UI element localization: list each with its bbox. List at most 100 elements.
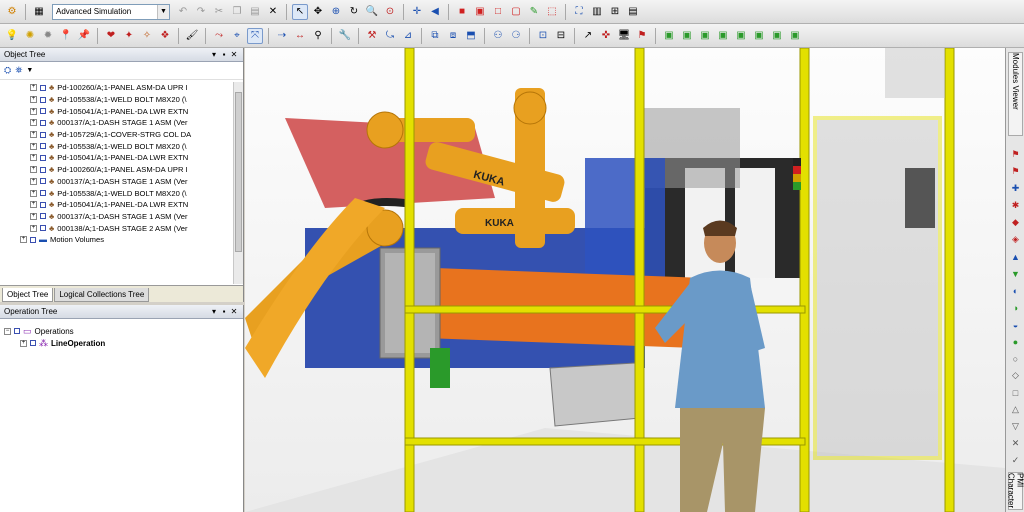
expand-icon[interactable]: +: [30, 107, 37, 115]
relocate-icon[interactable]: ⤧: [247, 27, 263, 44]
shaded-render-icon[interactable]: ▣: [472, 4, 488, 20]
visibility-checkbox[interactable]: [40, 178, 46, 185]
display-all-icon[interactable]: ❖: [157, 28, 173, 44]
view-green-3-icon[interactable]: ▣: [697, 28, 713, 44]
tree-filter-icon[interactable]: ⛭: [4, 65, 11, 76]
visibility-checkbox[interactable]: [40, 190, 46, 197]
visibility-checkbox[interactable]: [40, 119, 46, 126]
expand-icon[interactable]: +: [30, 189, 37, 197]
pin-panel-icon[interactable]: ▪: [219, 307, 229, 316]
measure-icon[interactable]: ⊞: [607, 4, 623, 20]
grid-icon[interactable]: ▦: [31, 4, 47, 20]
redo-icon[interactable]: ↷: [193, 4, 209, 20]
layers-icon[interactable]: ▤: [625, 4, 641, 20]
cut-icon[interactable]: ✂: [211, 4, 227, 20]
tree-row-operations[interactable]: − ▭ Operations: [4, 325, 239, 337]
tree-options-icon[interactable]: ⛯: [15, 65, 22, 76]
side-tool-icon[interactable]: ✕: [1009, 437, 1022, 450]
visibility-checkbox[interactable]: [40, 96, 46, 103]
expand-icon[interactable]: +: [20, 339, 27, 347]
visibility-checkbox[interactable]: [40, 143, 46, 150]
expand-icon[interactable]: +: [30, 84, 37, 92]
side-tool-icon[interactable]: ▲: [1009, 250, 1022, 263]
tree-row-part[interactable]: + ♣ 000138/A;1-DASH STAGE 2 ASM (Ver: [0, 222, 233, 234]
visibility-checkbox[interactable]: [40, 213, 46, 220]
light-bulb-icon[interactable]: 💡: [4, 28, 20, 44]
expand-icon[interactable]: +: [30, 131, 37, 139]
expand-icon[interactable]: +: [30, 142, 37, 150]
visibility-checkbox[interactable]: [40, 131, 46, 138]
visibility-checkbox[interactable]: [30, 236, 36, 243]
tree-row-part[interactable]: + ♣ Pd-105041/A;1-PANEL-DA LWR EXTN: [0, 105, 233, 117]
zoom-icon[interactable]: ⊕: [328, 4, 344, 20]
operation-icon[interactable]: ⚒: [364, 28, 380, 44]
near-miss-icon[interactable]: ⬒: [463, 28, 479, 44]
rotate-icon[interactable]: ↻: [346, 4, 362, 20]
delete-icon[interactable]: ✕: [265, 4, 281, 20]
tree-row-part[interactable]: + ♣ Pd-100260/A;1-PANEL ASM-DA UPR I: [0, 82, 233, 94]
expand-icon[interactable]: +: [30, 212, 37, 220]
tab-logical-collections-tree[interactable]: Logical Collections Tree: [54, 288, 150, 302]
view-green-2-icon[interactable]: ▣: [679, 28, 695, 44]
section-icon[interactable]: ▥: [589, 4, 605, 20]
collision-set-icon[interactable]: ⧈: [445, 28, 461, 44]
view-green-6-icon[interactable]: ▣: [751, 28, 767, 44]
hidden-line-icon[interactable]: ▢: [508, 4, 524, 20]
visibility-checkbox[interactable]: [14, 328, 20, 334]
chevron-down-icon[interactable]: ▼: [26, 67, 33, 74]
tab-object-tree[interactable]: Object Tree: [2, 288, 54, 302]
paint-bucket-icon[interactable]: 🖌: [184, 28, 200, 44]
pin-panel-icon[interactable]: ▪: [219, 50, 229, 59]
visibility-checkbox[interactable]: [40, 166, 46, 173]
side-tool-icon[interactable]: △: [1009, 403, 1022, 416]
side-tool-icon[interactable]: ⚑: [1009, 148, 1022, 161]
collapse-icon[interactable]: −: [4, 327, 11, 335]
tree-row-part[interactable]: + ♣ Pd-105041/A;1-PANEL-DA LWR EXTN: [0, 199, 233, 211]
view-center-icon[interactable]: ✛: [409, 4, 425, 20]
copy-icon[interactable]: ❐: [229, 4, 245, 20]
side-tool-icon[interactable]: ✓: [1009, 454, 1022, 467]
tree-row-line-operation[interactable]: + ⁂ LineOperation: [4, 337, 239, 349]
collision-icon[interactable]: ⧉: [427, 28, 443, 44]
side-tool-icon[interactable]: ○: [1009, 352, 1022, 365]
expand-icon[interactable]: +: [30, 96, 37, 104]
tree-row-part[interactable]: + ♣ Pd-105041/A;1-PANEL-DA LWR EXTN: [0, 152, 233, 164]
frame-icon[interactable]: ⌖: [229, 28, 245, 44]
display-only-icon[interactable]: ✧: [139, 28, 155, 44]
close-icon[interactable]: ✕: [229, 307, 239, 316]
side-tool-icon[interactable]: ⚑: [1009, 165, 1022, 178]
expand-icon[interactable]: +: [30, 119, 37, 127]
path-icon[interactable]: ⤿: [382, 28, 398, 44]
sequence-icon[interactable]: ⚆: [508, 28, 524, 44]
monitor-icon[interactable]: 🖥: [616, 28, 632, 44]
side-tool-icon[interactable]: ✚: [1009, 182, 1022, 195]
tree-row-part[interactable]: + ♣ 000137/A;1-DASH STAGE 1 ASM (Ver: [0, 117, 233, 129]
visibility-checkbox[interactable]: [40, 225, 46, 232]
undo-icon[interactable]: ↶: [175, 4, 191, 20]
side-tool-icon[interactable]: ◐: [1009, 284, 1022, 297]
expand-icon[interactable]: +: [30, 224, 37, 232]
pin-green-icon[interactable]: 📌: [76, 28, 92, 44]
panel-menu-icon[interactable]: ▾: [209, 307, 219, 316]
side-tool-icon[interactable]: ◆: [1009, 216, 1022, 229]
visibility-checkbox[interactable]: [40, 154, 46, 161]
view-green-1-icon[interactable]: ▣: [661, 28, 677, 44]
light-off-icon[interactable]: ✹: [40, 28, 56, 44]
weld-point-icon[interactable]: ⊟: [553, 28, 569, 44]
zoom-fit-icon[interactable]: 🔍: [364, 4, 380, 20]
expand-icon[interactable]: +: [30, 154, 37, 162]
tree-row-part[interactable]: + ♣ Pd-105538/A;1-WELD BOLT M8X20 (\: [0, 187, 233, 199]
close-icon[interactable]: ✕: [229, 50, 239, 59]
simulation-mode-select[interactable]: Advanced Simulation ▼: [52, 3, 170, 20]
solid-render-icon[interactable]: ■: [454, 4, 470, 20]
wire-render-icon[interactable]: □: [490, 4, 506, 20]
tab-modules-viewer[interactable]: Modules Viewer: [1008, 52, 1023, 136]
expand-icon[interactable]: +: [30, 177, 37, 185]
tree-row-part[interactable]: + ♣ Pd-105538/A;1-WELD BOLT M8X20 (\: [0, 94, 233, 106]
tree-row-part[interactable]: + ♣ Pd-100260/A;1-PANEL ASM-DA UPR I: [0, 164, 233, 176]
tree-row-motion-volumes[interactable]: + ▬ Motion Volumes: [0, 234, 233, 246]
light-on-icon[interactable]: ✺: [22, 28, 38, 44]
visibility-checkbox[interactable]: [40, 108, 46, 115]
expand-icon[interactable]: +: [30, 201, 37, 209]
view-green-5-icon[interactable]: ▣: [733, 28, 749, 44]
